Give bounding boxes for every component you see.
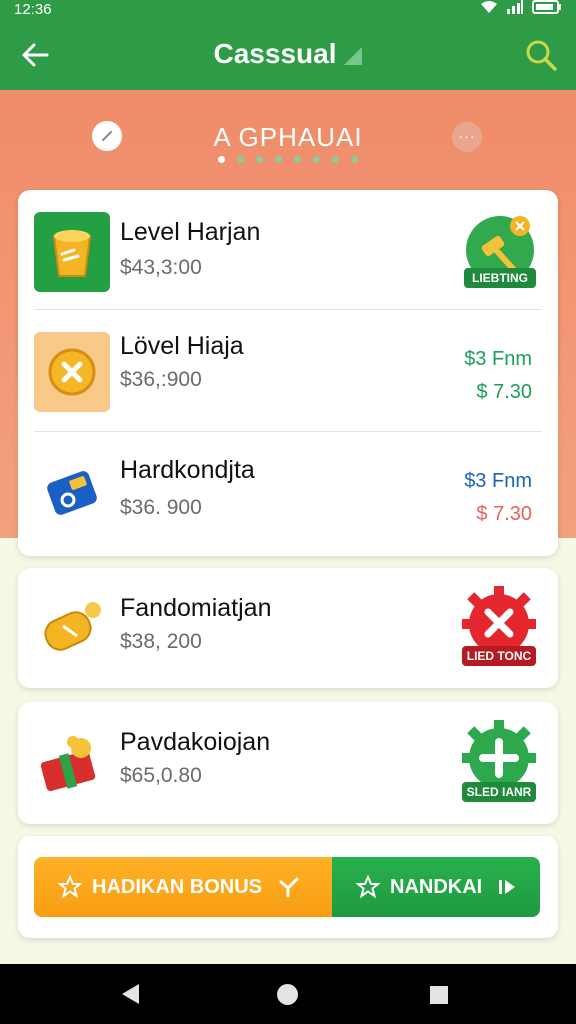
app-bar: Casssual [0,18,576,90]
page-dot[interactable] [237,156,244,163]
star-icon [58,875,82,899]
bonus-button[interactable]: HADIKAN BONUS [34,857,332,917]
item-rewards: $3 Fnm $ 7.30 [464,470,532,526]
lamp-icon [34,588,110,668]
card-icon [34,454,110,534]
wifi-icon [480,0,498,18]
item-name: Level Harjan [120,218,261,246]
levels-card: Level Harjan $43,3:00 LIEBTING Lövel Hia… [18,190,558,556]
status-time: 12:36 [14,0,52,18]
list-item[interactable]: Hardkondjta $36. 900 $3 Fnm $ 7.30 [18,434,558,556]
page-dot[interactable] [351,156,358,163]
status-bar: 12:36 [0,0,576,18]
star-icon [356,875,380,899]
nav-recents-icon[interactable] [430,986,448,1004]
item-price: $65,0.80 [120,764,202,787]
more-button[interactable]: ··· [452,122,482,152]
item-name: Fandomiatjan [120,594,272,622]
coin-icon [34,332,110,412]
item-price: $43,3:00 [120,256,202,279]
plus-badge-icon[interactable]: SLED IANR [458,718,540,811]
page-dot[interactable] [332,156,339,163]
triangle-icon [344,47,363,65]
item-price: $36. 900 [120,496,202,519]
page-indicator [0,156,576,163]
search-icon [526,40,557,71]
divider [34,431,542,432]
badge-label: SLED IANR [466,785,532,799]
badge-label: LIEBTING [472,271,528,285]
nav-home-icon[interactable] [277,984,298,1005]
badge-label: LIED TONC [466,649,532,663]
page-dot[interactable] [218,156,225,163]
arrow-icon [279,877,299,898]
list-item[interactable]: Level Harjan $43,3:00 LIEBTING [18,190,558,310]
hero-title: A GPHAUAI [213,122,363,152]
item-name: Hardkondjta [120,456,255,484]
nandkai-label: NANDKAI [390,875,483,898]
item-rewards: $3 Fnm $ 7.30 [464,348,532,404]
play-icon [499,880,516,894]
search-button[interactable] [522,36,560,74]
reward-top: $3 Fnm [464,470,532,492]
page-dot[interactable] [256,156,263,163]
battery-icon [532,0,562,18]
gift-icon [34,724,110,804]
gear-badge-icon[interactable]: LIED TONC [458,584,540,675]
hammer-badge-icon[interactable]: LIEBTING [460,212,540,299]
system-nav-bar [0,964,576,1024]
reward-top: $3 Fnm [464,348,532,370]
bonus-label: HADIKAN BONUS [92,875,262,898]
item-name: Pavdakoiojan [120,728,271,756]
actions-card: HADIKAN BONUS NANDKAI [18,836,558,938]
page-dot[interactable] [294,156,301,163]
bucket-icon [34,212,110,292]
reward-bottom: $ 7.30 [476,503,532,525]
list-item[interactable]: Pavdakoiojan $65,0.80 SLED IANR [18,702,558,824]
reward-bottom: $ 7.30 [476,381,532,403]
divider [34,309,542,310]
item-price: $38, 200 [120,630,202,653]
list-item[interactable]: Lövel Hiaja $36,:900 $3 Fnm $ 7.30 [18,312,558,432]
item-price: $36,:900 [120,368,202,391]
item-name: Lövel Hiaja [120,332,244,360]
signal-icon [506,0,524,18]
nav-back-icon[interactable] [122,984,139,1004]
page-title: Casssual [0,38,576,70]
page-dot[interactable] [275,156,282,163]
nandkai-button[interactable]: NANDKAI [332,857,540,917]
page-dot[interactable] [313,156,320,163]
list-item[interactable]: Fandomiatjan $38, 200 LIED TONC [18,568,558,688]
